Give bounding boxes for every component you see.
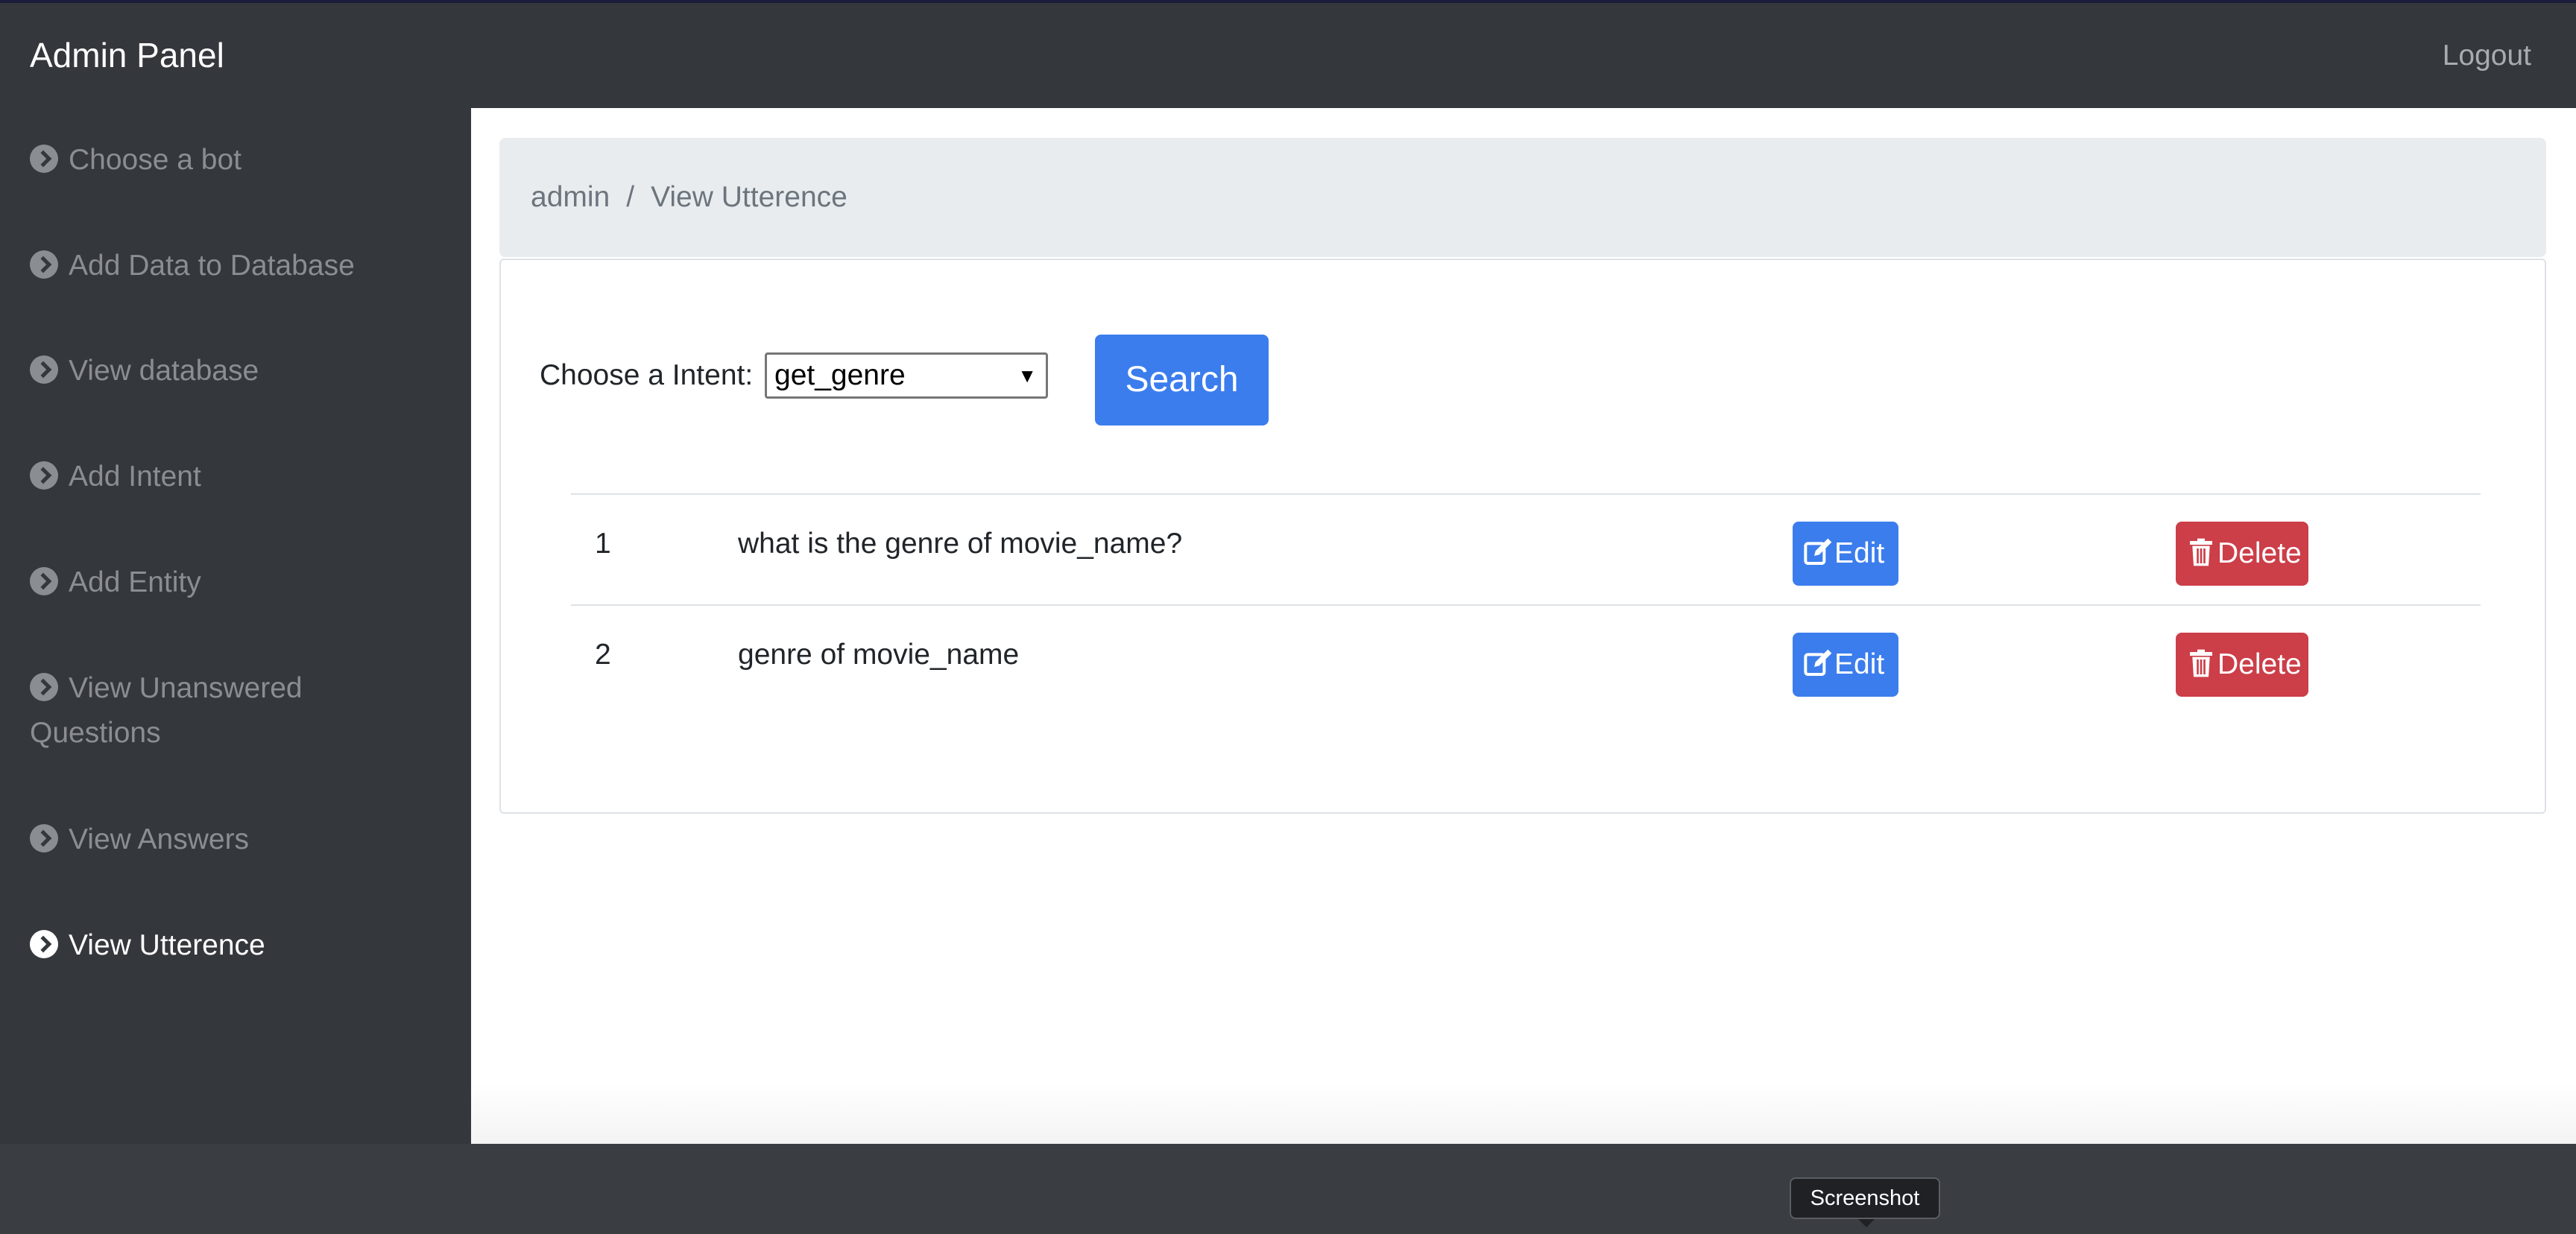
chevron-circle-right-icon xyxy=(30,461,58,490)
chevron-circle-right-icon xyxy=(30,145,58,173)
sidebar-item-label: Add Data to Database xyxy=(69,250,355,282)
chevron-circle-right-icon xyxy=(30,250,58,279)
sidebar-item-label: View database xyxy=(69,355,259,387)
search-button[interactable]: Search xyxy=(1095,335,1269,425)
intent-select-value: get_genre xyxy=(774,359,906,391)
main-content: admin / View Utterence Choose a Intent: ge… xyxy=(471,108,2576,1144)
top-navbar: Admin Panel Logout xyxy=(0,3,2576,108)
sidebar-item-view-utterence[interactable]: View Utterence xyxy=(30,923,447,968)
edit-icon xyxy=(1804,538,1832,565)
intent-label: Choose a Intent: xyxy=(540,359,754,391)
edit-button[interactable]: Edit xyxy=(1793,522,1898,586)
sidebar-item-add-intent[interactable]: Add Intent xyxy=(30,455,447,499)
screenshot-tooltip: Screenshot xyxy=(1790,1177,1940,1227)
sidebar-item-label: View Utterence xyxy=(69,929,265,961)
row-index: 2 xyxy=(595,639,611,671)
sidebar-item-label: Choose a bot xyxy=(69,144,242,176)
brand-title[interactable]: Admin Panel xyxy=(30,33,224,77)
sidebar-item-label-line2: Questions xyxy=(30,717,161,749)
sidebar-item-add-entity[interactable]: Add Entity xyxy=(30,560,447,605)
chevron-circle-right-icon xyxy=(30,355,58,384)
delete-button[interactable]: Delete xyxy=(2176,522,2308,586)
sidebar-item-view-answers[interactable]: View Answers xyxy=(30,817,447,862)
sidebar-item-label: Add Entity xyxy=(69,566,201,598)
breadcrumb-separator: / xyxy=(626,181,635,213)
chevron-circle-right-icon xyxy=(30,930,58,958)
sidebar-item-choose-bot[interactable]: Choose a bot xyxy=(30,138,447,183)
delete-label: Delete xyxy=(2217,648,2302,680)
content-bottom-fade xyxy=(471,1084,2576,1144)
breadcrumb: admin / View Utterence xyxy=(499,138,2546,257)
intent-select[interactable]: get_genre ▼ xyxy=(765,352,1048,399)
sidebar-item-add-data[interactable]: Add Data to Database xyxy=(30,244,447,288)
edit-label: Edit xyxy=(1834,648,1885,680)
caret-down-icon: ▼ xyxy=(1017,364,1037,387)
edit-icon xyxy=(1804,649,1832,676)
chevron-circle-right-icon xyxy=(30,567,58,595)
sidebar-item-label: Add Intent xyxy=(69,461,201,493)
delete-button[interactable]: Delete xyxy=(2176,633,2308,697)
chevron-circle-right-icon xyxy=(30,824,58,852)
chevron-circle-right-icon xyxy=(30,673,58,701)
trash-icon xyxy=(2190,538,2212,566)
taskbar xyxy=(0,1144,2576,1234)
breadcrumb-item-current: View Utterence xyxy=(651,181,847,213)
row-utterance: genre of movie_name xyxy=(738,639,1020,671)
table-divider xyxy=(571,493,2481,495)
edit-button[interactable]: Edit xyxy=(1793,633,1898,697)
sidebar-item-label: View Answers xyxy=(69,823,250,855)
sidebar-item-view-database[interactable]: View database xyxy=(30,349,447,393)
sidebar-item-label: View Unanswered xyxy=(69,672,303,704)
trash-icon xyxy=(2190,649,2212,677)
logout-link[interactable]: Logout xyxy=(2443,36,2531,76)
row-index: 1 xyxy=(595,528,611,560)
row-utterance: what is the genre of movie_name? xyxy=(738,528,1183,560)
sidebar-item-view-unanswered[interactable]: View Unanswered Questions xyxy=(30,666,447,756)
utterance-card: Choose a Intent: get_genre ▼ Search 1 wh… xyxy=(499,259,2546,814)
delete-label: Delete xyxy=(2217,537,2302,569)
table-divider xyxy=(571,604,2481,606)
sidebar: Choose a bot Add Data to Database View d… xyxy=(0,108,471,1144)
edit-label: Edit xyxy=(1834,537,1885,569)
breadcrumb-item-admin[interactable]: admin xyxy=(531,181,610,213)
